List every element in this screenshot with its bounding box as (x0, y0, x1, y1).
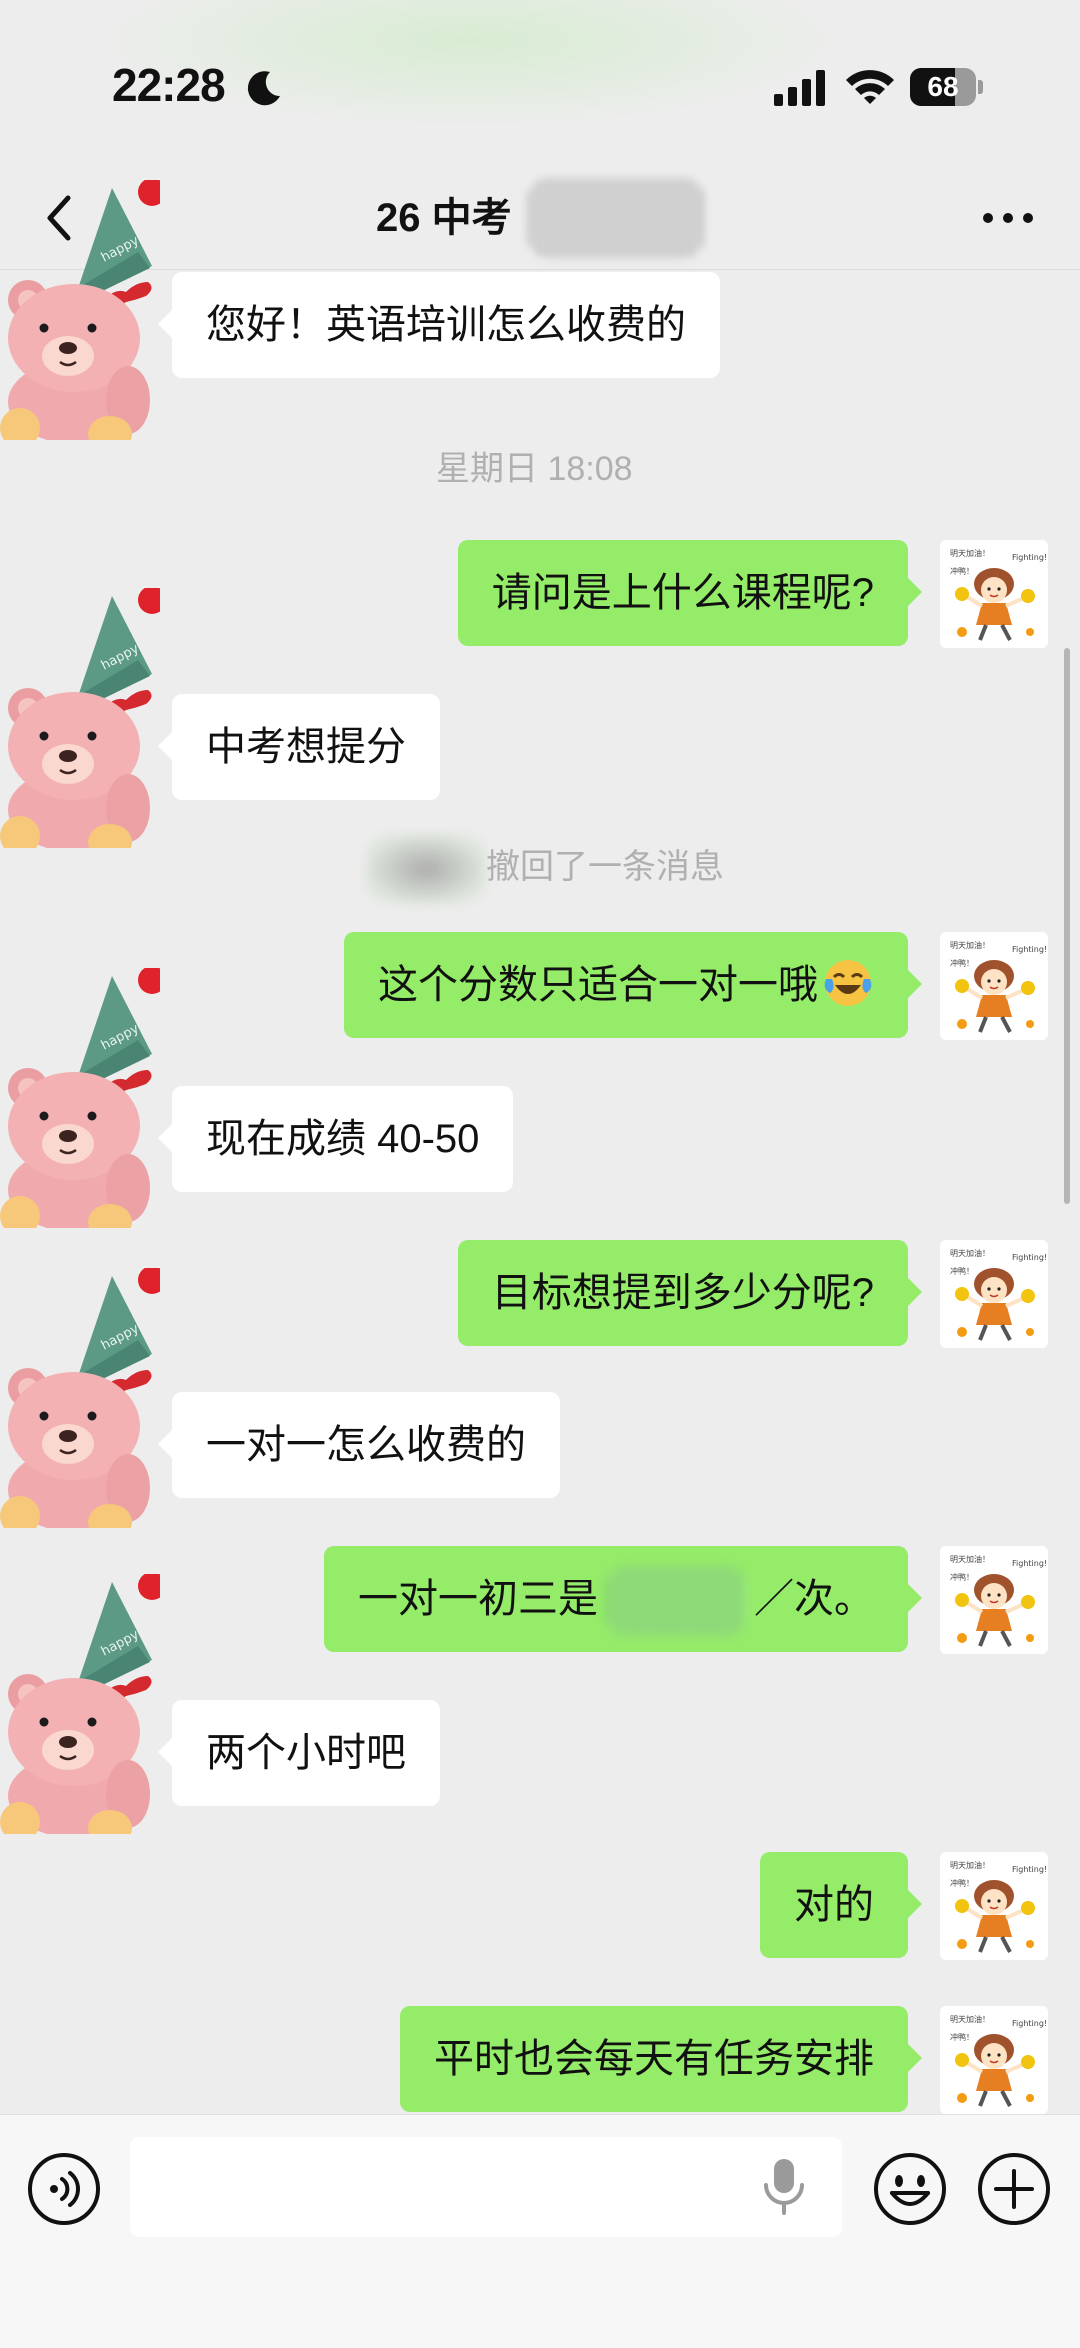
message-text: 这个分数只适合一对一哦 (378, 963, 818, 1007)
outgoing-message[interactable]: 平时也会每天有任务安排 (400, 2006, 922, 2112)
user-avatar[interactable] (940, 1852, 1048, 1960)
user-avatar[interactable] (940, 1240, 1048, 1348)
incoming-message[interactable]: 一对一怎么收费的 (158, 1392, 560, 1498)
message-input[interactable] (130, 2137, 842, 2237)
incoming-message[interactable]: 中考想提分 (158, 694, 440, 800)
battery-icon: 68 (910, 68, 983, 106)
contact-avatar[interactable] (0, 588, 160, 848)
recall-notice: 撤回了一条消息 (366, 834, 724, 904)
recall-text: 撤回了一条消息 (486, 847, 724, 886)
moon-icon (247, 71, 280, 106)
message-text: 一对一初三是 (358, 1577, 598, 1621)
redacted-name (528, 178, 704, 258)
outgoing-message[interactable]: 目标想提到多少分呢? (457, 1240, 923, 1346)
message-text: ／次。 (754, 1577, 874, 1621)
redacted-name (366, 834, 486, 904)
timestamp: 星期日 18:08 (436, 450, 633, 488)
voice-icon[interactable] (26, 2151, 102, 2227)
user-avatar[interactable] (940, 932, 1048, 1040)
contact-avatar[interactable] (0, 968, 160, 1228)
chat-title: 26 中考 (376, 196, 512, 240)
user-avatar[interactable] (940, 2006, 1048, 2114)
contact-avatar[interactable] (0, 1574, 160, 1834)
input-bar (0, 2114, 1080, 2348)
outgoing-message[interactable]: 对的 (760, 1852, 922, 1958)
user-avatar[interactable] (940, 1546, 1048, 1654)
outgoing-message[interactable]: 请问是上什么课程呢? (457, 540, 923, 646)
status-bar: 22:28 68 (0, 0, 1080, 170)
scrollbar[interactable] (1064, 648, 1070, 1204)
outgoing-message[interactable]: 这个分数只适合一对一哦 (344, 932, 922, 1038)
contact-avatar[interactable] (0, 180, 160, 440)
plus-icon[interactable] (976, 2151, 1052, 2227)
signal-icon (774, 70, 825, 106)
battery-level: 68 (927, 71, 959, 102)
status-time: 22:28 (112, 59, 226, 111)
incoming-message[interactable]: 两个小时吧 (158, 1700, 440, 1806)
outgoing-message[interactable]: 一对一初三是 ／次。 (324, 1546, 922, 1652)
contact-avatar[interactable] (0, 1268, 160, 1528)
wifi-icon (846, 70, 894, 104)
nav-bar: 26 中考 (0, 170, 1080, 270)
emoji-icon[interactable] (872, 2151, 948, 2227)
laugh-cry-emoji-icon (824, 960, 872, 1007)
incoming-message[interactable]: 现在成绩 40-50 (157, 1086, 514, 1192)
redacted-price (606, 1566, 746, 1637)
incoming-message[interactable]: 您好！英语培训怎么收费的 (158, 272, 720, 378)
user-avatar[interactable] (940, 540, 1048, 648)
mic-icon[interactable] (760, 2155, 808, 2219)
ellipsis-icon[interactable] (980, 206, 1036, 230)
